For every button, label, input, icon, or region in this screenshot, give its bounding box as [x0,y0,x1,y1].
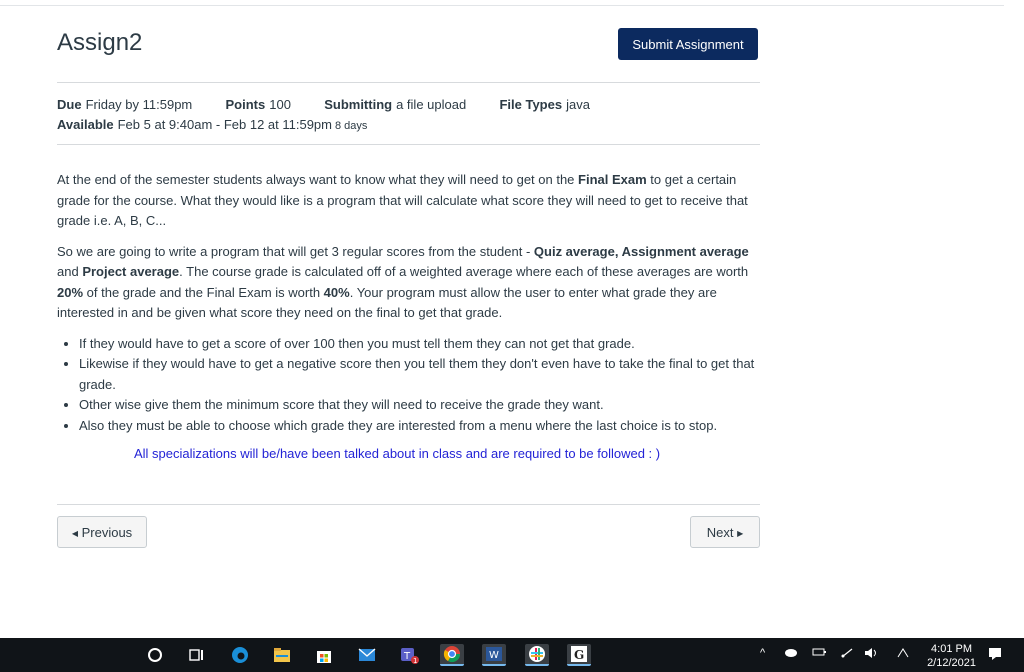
due-value: Friday by 11:59pm [85,97,193,112]
battery-icon[interactable] [812,647,826,660]
chrome-icon[interactable] [440,644,464,666]
teams-icon[interactable]: T1 [398,644,422,666]
list-item: Also they must be able to choose which g… [79,416,757,437]
notification-icon[interactable] [988,647,1002,664]
clock-time: 4:01 PM [931,643,973,655]
assignment-details: Due Friday by 11:59pm Points 100 Submittin… [57,95,590,136]
divider-details [57,144,760,145]
svg-text:1: 1 [413,657,417,665]
submitting-value: a file upload [396,97,467,112]
chevron-right-icon: ▶ [737,528,744,538]
clock-date: 2/12/2021 [927,657,976,669]
edge-icon[interactable] [228,644,252,666]
previous-button[interactable]: ◀ Previous [57,516,147,548]
windows-taskbar: T1 W G ^ 4:01 PM 2/12/2021 [0,638,1024,672]
assignment-description: At the end of the semester students alwa… [57,170,757,475]
word-icon[interactable]: W [482,644,506,666]
submit-assignment-button[interactable]: Submit Assignment [618,28,758,60]
search-circle-icon[interactable] [143,644,167,666]
task-view-icon[interactable] [185,644,209,666]
requirements-list: If they would have to get a score of ove… [79,334,757,437]
volume-icon[interactable] [864,647,880,662]
specializations-note: All specializations will be/have been ta… [134,446,661,461]
g-app-icon[interactable]: G [567,644,591,666]
available-value: Feb 5 at 9:40am - Feb 12 at 11:59pm [117,117,332,132]
svg-text:T: T [403,651,411,662]
mail-icon[interactable] [355,644,379,666]
paragraph-requirements: So we are going to write a program that … [57,243,749,321]
store-icon[interactable] [312,644,336,666]
top-divider [0,5,1004,6]
chevron-left-icon: ◀ [71,528,78,538]
page-title: Assign2 [57,29,143,56]
filetypes-value: java [566,97,590,112]
chevron-up-icon[interactable]: ^ [760,647,765,659]
file-explorer-icon[interactable] [270,644,294,666]
cloud-icon[interactable] [784,647,798,660]
list-item: Likewise if they would have to get a neg… [79,354,757,395]
svg-text:G: G [574,648,584,662]
available-label: Available [57,117,114,132]
points-value: 100 [269,97,291,112]
svg-text:W: W [489,650,499,661]
divider-top [57,82,760,83]
list-item: If they would have to get a score of ove… [79,334,757,355]
slack-icon[interactable] [525,644,549,666]
input-method-icon[interactable] [896,647,910,662]
filetypes-label: File Types [499,97,563,112]
list-item: Other wise give them the minimum score t… [79,395,757,416]
wifi-icon[interactable] [840,647,854,662]
submitting-label: Submitting [324,97,393,112]
paragraph-intro: At the end of the semester students alwa… [57,172,748,228]
next-button[interactable]: Next ▶ [690,516,760,548]
system-clock[interactable]: 4:01 PM 2/12/2021 [927,642,976,670]
due-label: Due [57,97,82,112]
available-days: 8 days [335,120,368,132]
points-label: Points [225,97,266,112]
divider-bottom [57,504,760,505]
